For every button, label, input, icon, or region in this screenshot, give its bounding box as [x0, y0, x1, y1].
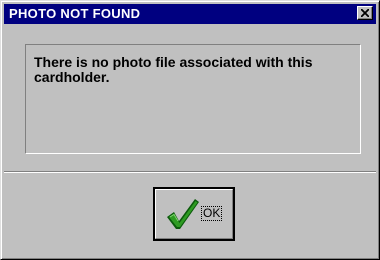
title-bar[interactable]: PHOTO NOT FOUND [4, 4, 376, 24]
separator [4, 171, 376, 173]
photo-not-found-dialog: PHOTO NOT FOUND There is no photo file a… [0, 0, 380, 260]
message-panel: There is no photo file associated with t… [25, 44, 361, 154]
checkmark-icon [167, 199, 199, 229]
close-icon [361, 9, 369, 17]
ok-button-label: OK [200, 206, 223, 221]
dialog-title: PHOTO NOT FOUND [9, 6, 141, 21]
message-text: There is no photo file associated with t… [34, 54, 313, 85]
close-button[interactable] [357, 6, 373, 20]
ok-button[interactable]: OK [153, 187, 235, 241]
